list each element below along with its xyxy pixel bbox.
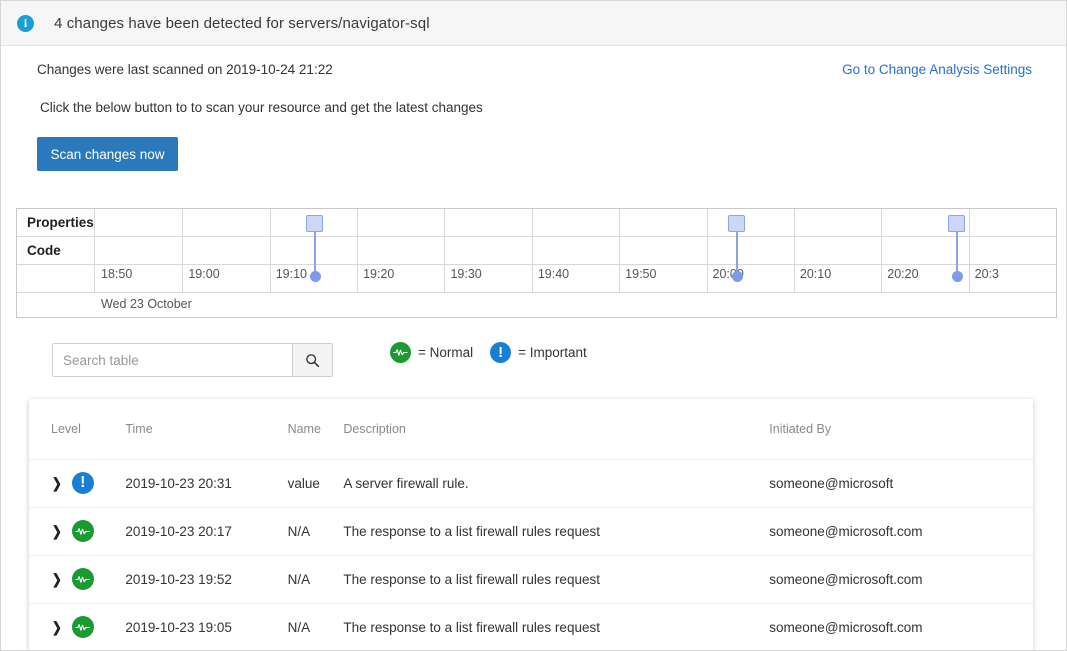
cell-description: The response to a list firewall rules re…	[343, 555, 769, 603]
timeline-marker-square[interactable]	[948, 215, 965, 232]
pulse-glyph	[75, 623, 90, 632]
legend-label-important: = Important	[518, 345, 587, 360]
column-header-level[interactable]: Level	[29, 399, 125, 459]
cell-initiated-by: someone@microsoft.com	[769, 507, 1033, 555]
search-icon	[305, 353, 320, 368]
level-cell-content: ❯!	[51, 472, 125, 494]
legend-label-normal: = Normal	[418, 345, 473, 360]
cell-level: ❯!	[29, 459, 125, 507]
timeline-label-code: Code	[27, 243, 61, 258]
cell-description: A server firewall rule.	[343, 459, 769, 507]
pulse-glyph	[75, 527, 90, 536]
cell-level: ❯	[29, 603, 125, 651]
timeline-marker-square[interactable]	[728, 215, 745, 232]
changes-timeline: Properties Code 18:50 19:00 19:10 19:20 19:3…	[16, 208, 1057, 318]
cell-initiated-by: someone@microsoft	[769, 459, 1033, 507]
timeline-marker-stem	[956, 229, 958, 275]
pulse-glyph	[393, 348, 408, 357]
timeline-tick-label: 19:50	[619, 267, 656, 281]
cell-name: value	[288, 459, 344, 507]
change-analysis-panel: i 4 changes have been detected for serve…	[0, 0, 1067, 651]
cell-description: The response to a list firewall rules re…	[343, 507, 769, 555]
timeline-tick-label: 20:10	[794, 267, 831, 281]
pulse-glyph	[75, 575, 90, 584]
cell-time: 2019-10-23 19:52	[125, 555, 287, 603]
timeline-tick-label: 19:40	[532, 267, 569, 281]
timeline-marker-dot[interactable]	[310, 271, 321, 282]
timeline-tick-label: 20:20	[881, 267, 918, 281]
changes-table: Level Time Name Description Initiated By…	[29, 399, 1033, 651]
important-exclamation-icon: !	[72, 472, 94, 494]
cell-time: 2019-10-23 19:05	[125, 603, 287, 651]
normal-pulse-icon	[72, 520, 94, 542]
level-cell-content: ❯	[51, 568, 125, 590]
last-scanned-text: Changes were last scanned on 2019-10-24 …	[37, 62, 333, 77]
table-body: ❯!2019-10-23 20:31valueA server firewall…	[29, 459, 1033, 651]
search-button[interactable]	[292, 344, 332, 376]
changes-table-card: Level Time Name Description Initiated By…	[29, 399, 1033, 651]
normal-pulse-icon	[390, 342, 411, 363]
table-row[interactable]: ❯ 2019-10-23 20:17N/AThe response to a li…	[29, 507, 1033, 555]
column-header-description[interactable]: Description	[343, 399, 769, 459]
column-header-name[interactable]: Name	[288, 399, 344, 459]
timeline-tick-label: 18:50	[95, 267, 132, 281]
legend-item-important: ! = Important	[490, 342, 587, 363]
table-row[interactable]: ❯!2019-10-23 20:31valueA server firewall…	[29, 459, 1033, 507]
timeline-marker-dot[interactable]	[732, 271, 743, 282]
level-legend: = Normal ! = Important	[390, 342, 587, 363]
timeline-marker-square[interactable]	[306, 215, 323, 232]
timeline-tick-label: 19:00	[182, 267, 219, 281]
legend-item-normal: = Normal	[390, 342, 473, 363]
timeline-tick-label: 19:30	[444, 267, 481, 281]
scan-hint-text: Click the below button to to scan your r…	[40, 100, 483, 115]
cell-time: 2019-10-23 20:17	[125, 507, 287, 555]
info-icon: i	[17, 15, 34, 32]
cell-initiated-by: someone@microsoft.com	[769, 603, 1033, 651]
page-title: 4 changes have been detected for servers…	[54, 15, 430, 32]
level-cell-content: ❯	[51, 520, 125, 542]
timeline-marker-stem	[314, 229, 316, 275]
cell-description: The response to a list firewall rules re…	[343, 603, 769, 651]
info-banner: i 4 changes have been detected for serve…	[1, 1, 1066, 46]
scan-changes-now-button[interactable]: Scan changes now	[37, 137, 178, 171]
chevron-right-icon[interactable]: ❯	[52, 620, 62, 634]
cell-name: N/A	[288, 555, 344, 603]
cell-level: ❯	[29, 555, 125, 603]
column-header-time[interactable]: Time	[125, 399, 287, 459]
timeline-label-properties: Properties	[27, 215, 94, 230]
important-exclamation-icon: !	[490, 342, 511, 363]
table-row[interactable]: ❯ 2019-10-23 19:05N/AThe response to a li…	[29, 603, 1033, 651]
timeline-marker-stem	[736, 229, 738, 275]
change-analysis-settings-link[interactable]: Go to Change Analysis Settings	[842, 62, 1032, 77]
timeline-tick-label: 20:3	[969, 267, 999, 281]
table-header-row: Level Time Name Description Initiated By	[29, 399, 1033, 459]
cell-initiated-by: someone@microsoft.com	[769, 555, 1033, 603]
cell-name: N/A	[288, 603, 344, 651]
timeline-tick-label: 19:10	[270, 267, 307, 281]
cell-name: N/A	[288, 507, 344, 555]
column-header-initiated-by[interactable]: Initiated By	[769, 399, 1033, 459]
timeline-tick-label: 19:20	[357, 267, 394, 281]
table-row[interactable]: ❯ 2019-10-23 19:52N/AThe response to a li…	[29, 555, 1033, 603]
cell-time: 2019-10-23 20:31	[125, 459, 287, 507]
table-header: Level Time Name Description Initiated By	[29, 399, 1033, 459]
chevron-right-icon[interactable]: ❯	[52, 476, 62, 490]
chevron-right-icon[interactable]: ❯	[52, 524, 62, 538]
timeline-marker-dot[interactable]	[952, 271, 963, 282]
search-table-box	[52, 343, 333, 377]
cell-level: ❯	[29, 507, 125, 555]
timeline-date-label: Wed 23 October	[101, 297, 192, 311]
chevron-right-icon[interactable]: ❯	[52, 572, 62, 586]
normal-pulse-icon	[72, 568, 94, 590]
level-cell-content: ❯	[51, 616, 125, 638]
search-input[interactable]	[53, 344, 292, 376]
timeline-grid: 18:5019:0019:1019:2019:3019:4019:5020:00…	[95, 209, 1056, 293]
normal-pulse-icon	[72, 616, 94, 638]
